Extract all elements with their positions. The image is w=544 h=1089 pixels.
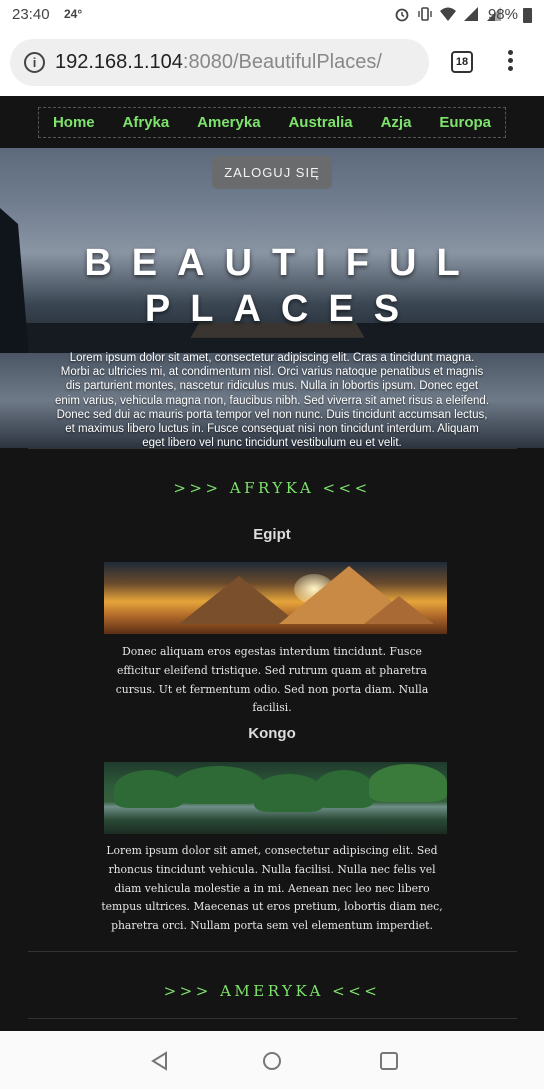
section-divider [28,448,517,449]
wifi-icon [440,7,456,21]
tree-shape [369,764,447,802]
web-page: Home Afryka Ameryka Australia Azja Europ… [0,96,544,1031]
main-nav: Home Afryka Ameryka Australia Azja Europ… [38,107,506,138]
nav-item-home[interactable]: Home [53,114,95,131]
status-time: 23:40 [12,6,50,23]
section-divider [28,951,517,952]
place-name-egipt: Egipt [253,526,291,543]
hero-description: Lorem ipsum dolor sit amet, consectetur … [54,352,490,448]
tree-shape [174,766,264,804]
place-image-egipt [104,562,447,634]
recents-icon[interactable] [379,1051,399,1071]
hero-title-line1: BEAUTIFUL [84,242,480,284]
battery-percent: 98% [487,6,518,23]
nav-item-afryka[interactable]: Afryka [123,114,170,131]
system-nav-bar [0,1031,544,1089]
url-text[interactable]: 192.168.1.104:8080/BeautifulPlaces/ [55,51,382,74]
section-divider [28,1018,517,1019]
alarm-icon [395,8,409,22]
place-text-kongo: Lorem ipsum dolor sit amet, consectetur … [101,844,443,933]
place-text-egipt: Donec aliquam eros egestas interdum tinc… [115,645,429,715]
hero-title: BEAUTIFUL PLACES [0,240,544,332]
hero-title-line2: PLACES [144,288,420,330]
place-image-kongo [104,762,447,834]
nav-item-australia[interactable]: Australia [288,114,352,131]
login-button[interactable]: ZALOGUJ SIĘ [212,156,332,189]
back-icon[interactable] [150,1051,170,1071]
section-title-afryka: >>> AFRYKA <<< [173,479,371,497]
nav-item-europa[interactable]: Europa [439,114,491,131]
battery-icon [523,8,532,23]
home-icon[interactable] [262,1051,282,1071]
url-host: 192.168.1.104 [55,51,183,73]
section-title-ameryka: >>> AMERYKA <<< [163,982,381,1000]
nav-item-ameryka[interactable]: Ameryka [197,114,260,131]
status-temperature: 24° [64,7,83,21]
vibrate-icon [418,7,432,21]
nav-item-azja[interactable]: Azja [381,114,412,131]
info-icon[interactable]: i [24,52,45,73]
place-name-kongo: Kongo [248,725,296,742]
address-bar[interactable]: i 192.168.1.104:8080/BeautifulPlaces/ [10,39,429,86]
url-path: :8080/BeautifulPlaces/ [182,51,382,73]
pyramid-shape [364,596,434,624]
hero-banner: ZALOGUJ SIĘ BEAUTIFUL PLACES Lorem ipsum… [0,148,544,448]
signal-icon [464,7,478,21]
overflow-menu-icon[interactable] [506,50,514,76]
tree-shape [314,770,374,808]
status-icons [394,6,502,22]
browser-toolbar: i 192.168.1.104:8080/BeautifulPlaces/ 18 [0,30,544,96]
status-bar: 23:40 24° 98% [0,0,544,30]
tab-switcher-button[interactable]: 18 [451,51,473,73]
